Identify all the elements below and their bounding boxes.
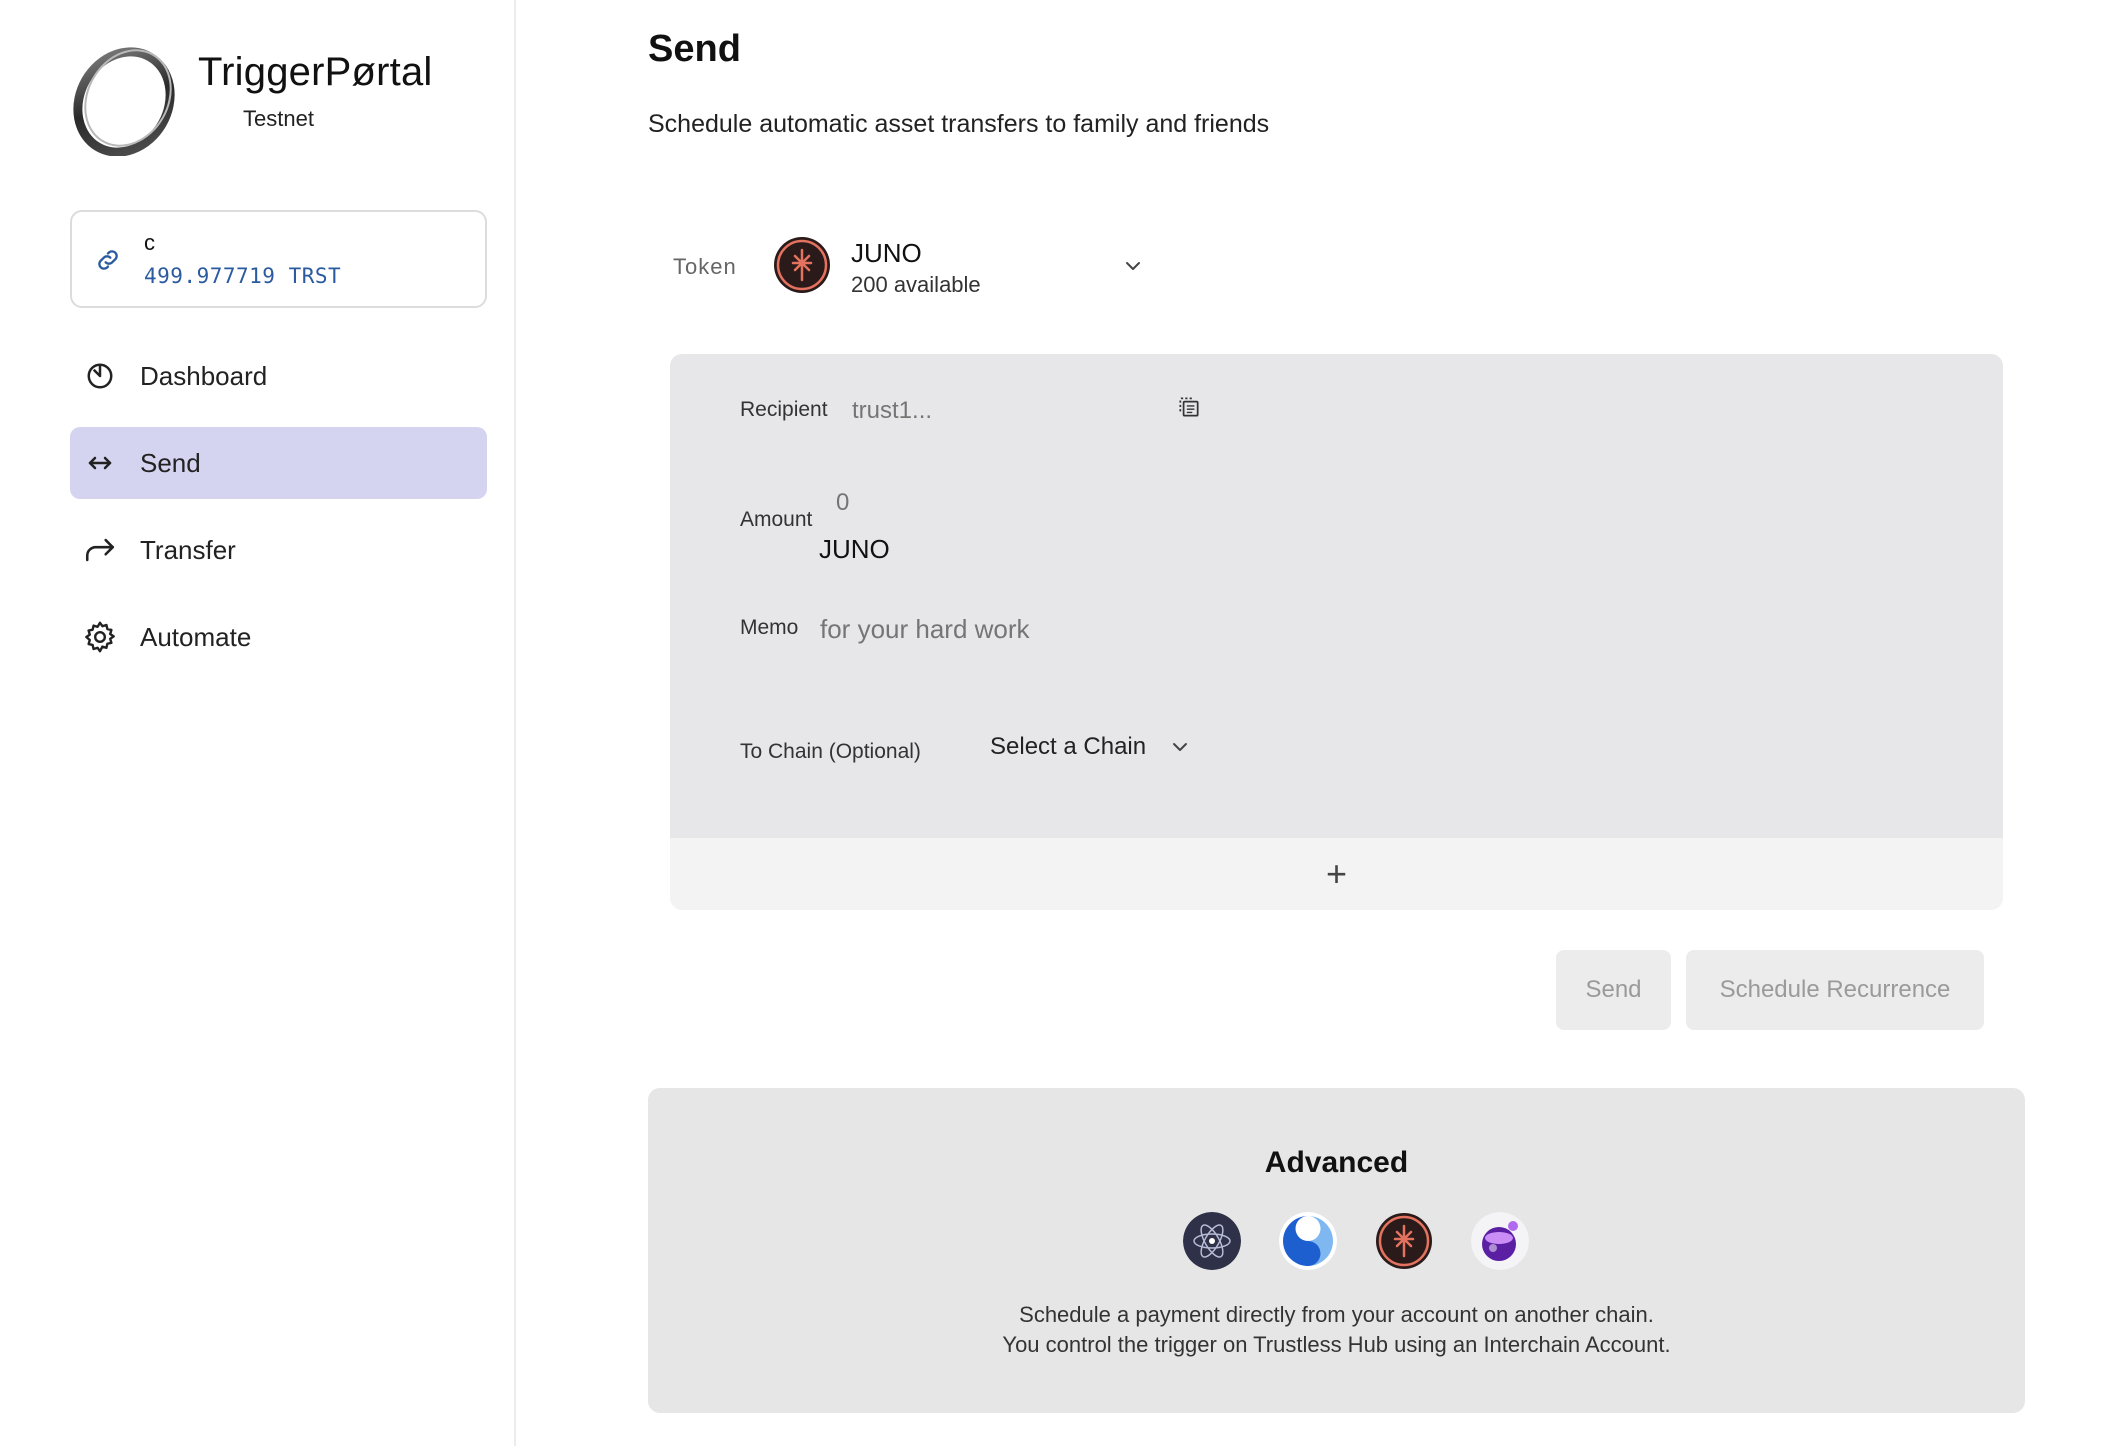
network-label: Testnet	[243, 106, 314, 131]
token-label: Token	[673, 254, 737, 279]
persistence-icon[interactable]	[1279, 1212, 1337, 1270]
advanced-panel: Advanced Schedule a payment directly fro…	[648, 1088, 2025, 1413]
amount-denom: JUNO	[819, 534, 890, 564]
paste-icon[interactable]	[1176, 394, 1202, 420]
juno-icon[interactable]	[1375, 1212, 1433, 1270]
recipient-input[interactable]	[852, 394, 1162, 428]
chain-select[interactable]: Select a Chain	[990, 730, 1192, 764]
wallet-name: c	[144, 230, 155, 255]
page-subtitle: Schedule automatic asset transfers to fa…	[648, 110, 1270, 138]
amount-label: Amount	[740, 508, 813, 531]
nav-item-send[interactable]: Send	[70, 427, 487, 499]
chain-icons	[1183, 1212, 1529, 1270]
page-title: Send	[648, 28, 741, 70]
advanced-desc-line2: You control the trigger on Trustless Hub…	[1002, 1332, 1671, 1357]
token-select[interactable]: JUNO 200 available	[773, 236, 1153, 300]
arrows-horizontal-icon	[82, 445, 118, 481]
advanced-desc-line1: Schedule a payment directly from your ac…	[1019, 1302, 1654, 1327]
nav-item-automate[interactable]: Automate	[70, 601, 487, 673]
send-button[interactable]: Send	[1556, 950, 1671, 1030]
dashboard-icon	[82, 358, 118, 394]
sidebar: TriggerPørtal Testnet c 499.977719 TRST …	[0, 0, 516, 1446]
gear-icon	[82, 619, 118, 655]
forward-arrow-icon	[82, 532, 118, 568]
memo-label: Memo	[740, 616, 799, 639]
nav-label-transfer: Transfer	[140, 534, 236, 565]
add-recipient-button[interactable]: +	[670, 838, 2003, 910]
token-name: JUNO	[851, 238, 922, 268]
nav-label-send: Send	[140, 447, 201, 478]
brand-name: TriggerPørtal	[198, 50, 433, 94]
nav-item-dashboard[interactable]: Dashboard	[70, 340, 487, 412]
chevron-down-icon	[1126, 262, 1140, 270]
chain-select-label: Select a Chain	[990, 733, 1147, 760]
advanced-description: Schedule a payment directly from your ac…	[648, 1300, 2025, 1360]
trigger-portal-logo	[73, 47, 175, 156]
amount-input[interactable]	[836, 486, 1136, 520]
osmosis-icon[interactable]	[1471, 1212, 1529, 1270]
to-chain-label: To Chain (Optional)	[740, 740, 921, 763]
link-icon	[98, 250, 118, 270]
plus-icon: +	[1325, 853, 1348, 894]
juno-token-icon	[774, 237, 830, 293]
wallet-balance: 499.977719 TRST	[144, 264, 342, 288]
nav-label-dashboard: Dashboard	[140, 360, 268, 391]
token-available: 200 available	[851, 272, 981, 297]
nav-label-automate: Automate	[140, 621, 252, 652]
memo-input[interactable]	[820, 612, 1320, 646]
cosmos-hub-icon[interactable]	[1183, 1212, 1241, 1270]
recipient-label: Recipient	[740, 398, 828, 421]
schedule-recurrence-button[interactable]: Schedule Recurrence	[1686, 950, 1984, 1030]
nav-item-transfer[interactable]: Transfer	[70, 514, 487, 586]
wallet-card[interactable]: c 499.977719 TRST	[70, 210, 487, 308]
chevron-down-icon	[1173, 743, 1188, 751]
advanced-title: Advanced	[1264, 1146, 1409, 1179]
